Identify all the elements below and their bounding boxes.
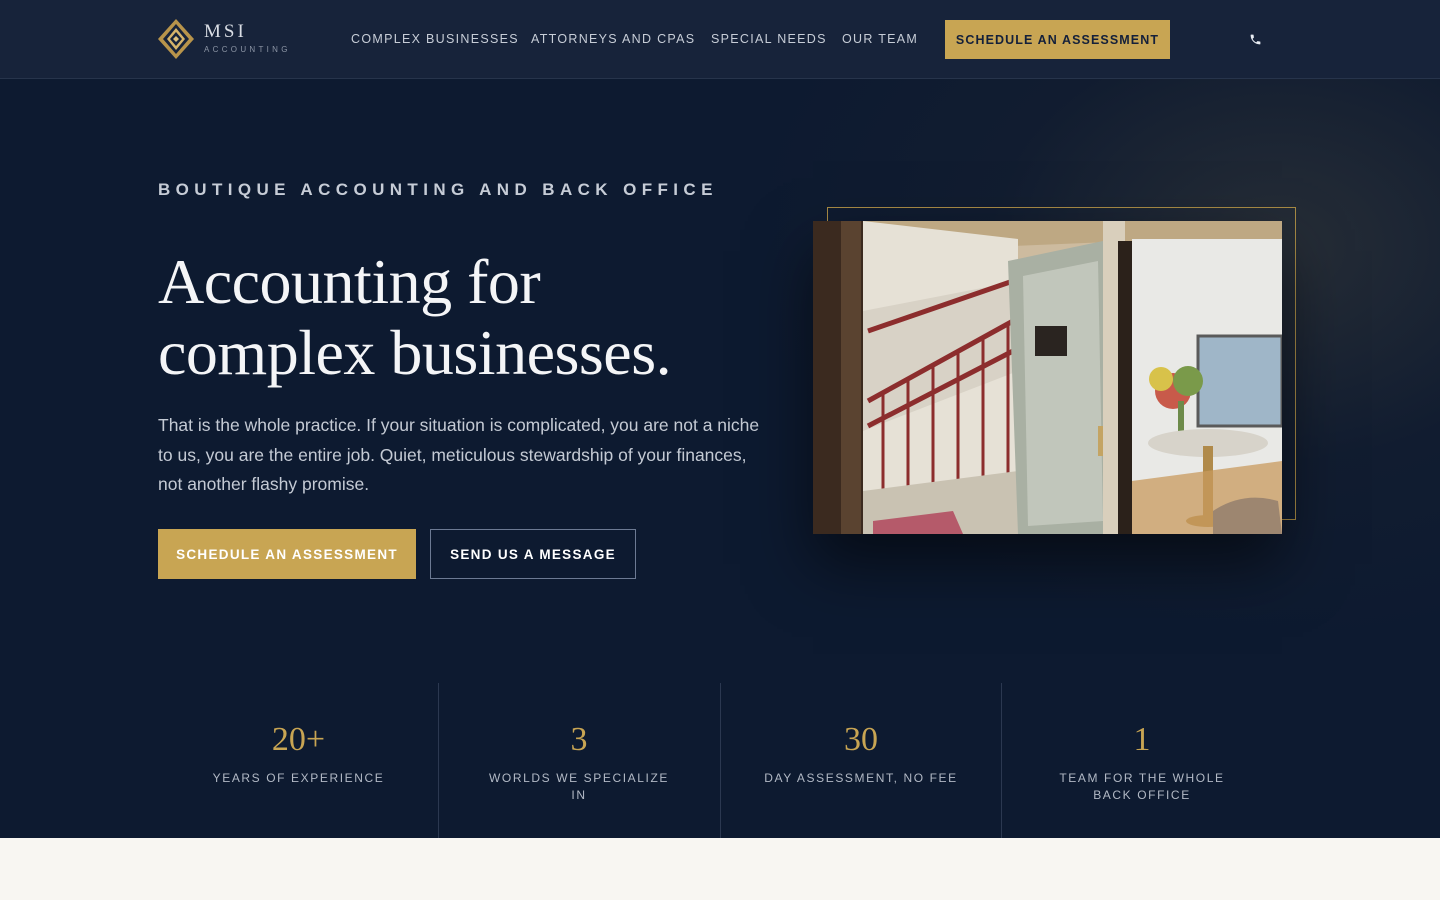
stat-value: 1 [1133, 721, 1151, 758]
headline-line-2: complex businesses. [158, 317, 672, 388]
office-photo-illustration [813, 221, 1282, 534]
nav-link-special-needs[interactable]: SPECIAL NEEDS [711, 32, 827, 46]
brand-logo[interactable]: MSI ACCOUNTING [157, 18, 297, 60]
phone-icon[interactable] [1249, 33, 1262, 46]
nav-link-our-team[interactable]: OUR TEAM [842, 32, 918, 46]
stat-value: 20+ [271, 721, 326, 758]
nav-link-complex-businesses[interactable]: COMPLEX BUSINESSES [351, 32, 519, 46]
diamond-logo-icon [158, 19, 194, 59]
stat-item: 1 TEAM FOR THE WHOLE BACK OFFICE [1001, 683, 1282, 838]
headline-line-1: Accounting for [158, 246, 541, 317]
send-message-button[interactable]: SEND US A MESSAGE [430, 529, 636, 579]
stat-label: WORLDS WE SPECIALIZE IN [488, 771, 670, 802]
stat-value: 3 [570, 721, 588, 758]
nav-schedule-assessment-button[interactable]: SCHEDULE AN ASSESSMENT [945, 20, 1170, 59]
nav-link-attorneys-cpas[interactable]: ATTORNEYS AND CPAS [531, 32, 695, 46]
stat-label: TEAM FOR THE WHOLE BACK OFFICE [1059, 771, 1225, 802]
logo-subtitle: ACCOUNTING [204, 45, 291, 54]
stat-label: YEARS OF EXPERIENCE [212, 771, 385, 785]
schedule-assessment-button[interactable]: SCHEDULE AN ASSESSMENT [158, 529, 416, 579]
stat-item: 20+ YEARS OF EXPERIENCE [158, 683, 439, 838]
stat-value: 30 [844, 721, 878, 758]
hero-eyebrow: BOUTIQUE ACCOUNTING AND BACK OFFICE [158, 180, 718, 199]
hero-headline: Accounting for complex businesses. [158, 246, 778, 388]
stat-label: DAY ASSESSMENT, NO FEE [764, 771, 958, 785]
stats-strip: 20+ YEARS OF EXPERIENCE 3 WORLDS WE SPEC… [158, 683, 1282, 838]
office-photo [813, 221, 1282, 534]
stat-item: 30 DAY ASSESSMENT, NO FEE [720, 683, 1001, 838]
next-section-band [0, 838, 1440, 900]
top-navigation: MSI ACCOUNTING COMPLEX BUSINESSES ATTORN… [0, 0, 1440, 79]
logo-name: MSI [204, 21, 247, 42]
hero-lede: That is the whole practice. If your situ… [158, 415, 760, 494]
stat-item: 3 WORLDS WE SPECIALIZE IN [438, 683, 719, 838]
